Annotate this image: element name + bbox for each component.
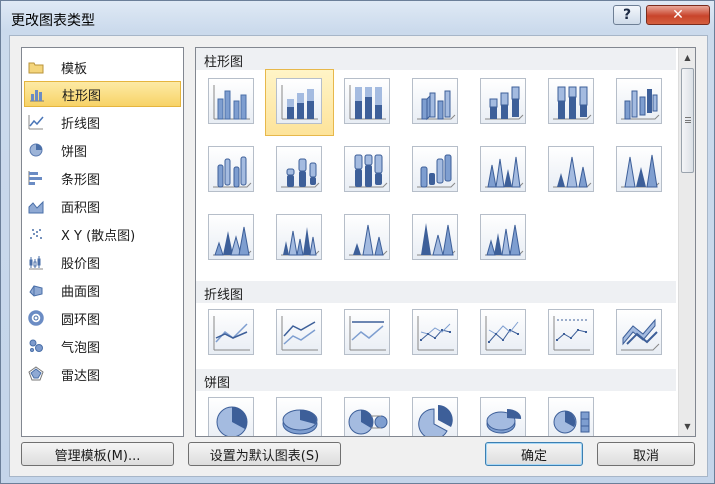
category-pie[interactable]: 饼图 xyxy=(24,137,181,163)
stacked-cylinder-thumb[interactable] xyxy=(276,146,322,192)
percent-stacked-line-thumb[interactable] xyxy=(344,309,390,355)
percent-stacked-pyramid-thumb[interactable] xyxy=(412,214,458,260)
pie-chart-icon xyxy=(28,142,44,158)
ok-button[interactable]: 确定 xyxy=(485,442,583,466)
line-thumb[interactable] xyxy=(208,309,254,355)
category-bubble[interactable]: 气泡图 xyxy=(24,333,181,359)
area-chart-icon xyxy=(28,198,44,214)
category-label: 条形图 xyxy=(61,172,101,188)
pie-thumb[interactable] xyxy=(208,397,254,436)
3d-percent-stacked-column-thumb[interactable] xyxy=(548,78,594,124)
3d-line-thumb[interactable] xyxy=(616,309,662,355)
section-header-line: 折线图 xyxy=(196,281,676,303)
gallery-scrollbar[interactable]: ▲ ▼ xyxy=(678,48,695,436)
stacked-line-thumb[interactable] xyxy=(276,309,322,355)
category-scatter[interactable]: X Y (散点图) xyxy=(24,221,181,247)
3d-pie-thumb[interactable] xyxy=(276,397,322,436)
category-label: 气泡图 xyxy=(61,340,101,356)
category-template[interactable]: 模板 xyxy=(24,54,181,80)
percent-stacked-cone-thumb[interactable] xyxy=(616,146,662,192)
scroll-up-arrow-icon[interactable]: ▲ xyxy=(679,49,695,66)
dialog-body: 模板 柱形图 折线图 饼图 条形图 面积图 X Y (散点图) 股价图 曲面图 … xyxy=(9,35,708,477)
doughnut-chart-icon xyxy=(28,310,44,326)
line-chart-icon xyxy=(28,114,44,130)
category-label: 柱形图 xyxy=(62,88,102,104)
3d-cylinder-thumb[interactable] xyxy=(412,146,458,192)
scroll-thumb[interactable] xyxy=(681,68,694,173)
category-label: 雷达图 xyxy=(61,368,101,384)
stacked-line-with-markers-thumb[interactable] xyxy=(480,309,526,355)
scroll-down-arrow-icon[interactable]: ▼ xyxy=(679,418,695,435)
category-column[interactable]: 柱形图 xyxy=(24,81,181,107)
3d-cone-thumb[interactable] xyxy=(208,214,254,260)
3d-pyramid-thumb[interactable] xyxy=(480,214,526,260)
percent-stacked-column-thumb[interactable] xyxy=(344,78,390,124)
category-stock[interactable]: 股价图 xyxy=(24,249,181,275)
section-header-column: 柱形图 xyxy=(196,48,676,70)
category-radar[interactable]: 雷达图 xyxy=(24,361,181,387)
dialog-title: 更改图表类型 xyxy=(11,13,95,29)
scatter-chart-icon xyxy=(28,226,44,242)
chart-category-list[interactable]: 模板 柱形图 折线图 饼图 条形图 面积图 X Y (散点图) 股价图 曲面图 … xyxy=(21,47,184,437)
bar-chart-icon xyxy=(28,170,44,186)
change-chart-type-dialog: 更改图表类型 ? ✕ 模板 柱形图 折线图 饼图 条形图 面积图 X Y (散点… xyxy=(0,0,715,484)
exploded-pie-thumb[interactable] xyxy=(412,397,458,436)
category-label: 曲面图 xyxy=(61,284,101,300)
category-line[interactable]: 折线图 xyxy=(24,109,181,135)
line-with-markers-thumb[interactable] xyxy=(412,309,458,355)
clustered-cylinder-thumb[interactable] xyxy=(208,146,254,192)
category-surface[interactable]: 曲面图 xyxy=(24,277,181,303)
category-area[interactable]: 面积图 xyxy=(24,193,181,219)
folder-icon xyxy=(28,59,44,75)
help-button[interactable]: ? xyxy=(613,5,641,25)
3d-clustered-column-thumb[interactable] xyxy=(412,78,458,124)
cancel-button[interactable]: 取消 xyxy=(597,442,695,466)
stock-chart-icon xyxy=(28,254,44,270)
manage-templates-button[interactable]: 管理模板(M)... xyxy=(21,442,174,466)
category-doughnut[interactable]: 圆环图 xyxy=(24,305,181,331)
category-label: 股价图 xyxy=(61,256,101,272)
title-bar: 更改图表类型 ? ✕ xyxy=(1,1,714,35)
category-label: 面积图 xyxy=(61,200,101,216)
percent-stacked-line-with-markers-thumb[interactable] xyxy=(548,309,594,355)
chart-subtype-gallery: 柱形图 折线图 饼图 ▲ ▼ xyxy=(195,47,696,437)
category-label: 模板 xyxy=(61,61,88,77)
category-label: 圆环图 xyxy=(61,312,101,328)
category-bar[interactable]: 条形图 xyxy=(24,165,181,191)
set-default-chart-button[interactable]: 设置为默认图表(S) xyxy=(188,442,341,466)
close-button[interactable]: ✕ xyxy=(646,5,710,25)
3d-stacked-column-thumb[interactable] xyxy=(480,78,526,124)
section-header-pie: 饼图 xyxy=(196,369,676,391)
category-label: 饼图 xyxy=(61,144,88,160)
clustered-pyramid-thumb[interactable] xyxy=(276,214,322,260)
clustered-column-thumb[interactable] xyxy=(208,78,254,124)
scroll-grip-icon xyxy=(685,117,691,123)
category-label: 折线图 xyxy=(61,116,101,132)
clustered-cone-thumb[interactable] xyxy=(480,146,526,192)
3d-column-thumb[interactable] xyxy=(616,78,662,124)
bubble-chart-icon xyxy=(28,338,44,354)
stacked-cone-thumb[interactable] xyxy=(548,146,594,192)
3d-exploded-pie-thumb[interactable] xyxy=(480,397,526,436)
category-label: X Y (散点图) xyxy=(61,228,136,244)
column-chart-icon xyxy=(29,86,45,102)
stacked-pyramid-thumb[interactable] xyxy=(344,214,390,260)
pie-of-pie-thumb[interactable] xyxy=(344,397,390,436)
bar-of-pie-thumb[interactable] xyxy=(548,397,594,436)
percent-stacked-cylinder-thumb[interactable] xyxy=(344,146,390,192)
radar-chart-icon xyxy=(28,366,44,382)
stacked-column-thumb[interactable] xyxy=(276,78,322,124)
surface-chart-icon xyxy=(28,282,44,298)
